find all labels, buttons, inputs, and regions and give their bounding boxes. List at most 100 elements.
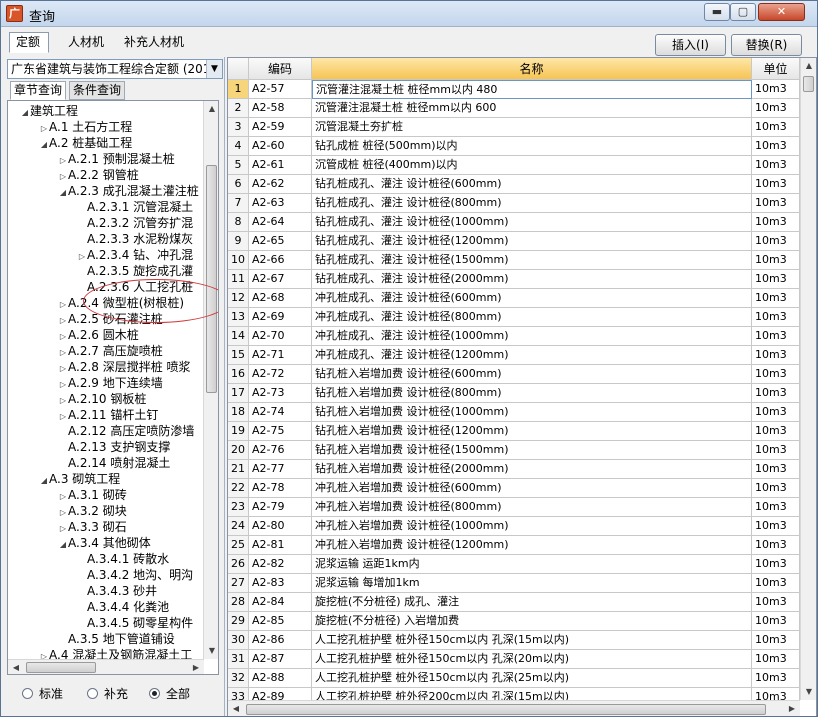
code-cell[interactable]: A2-81 — [249, 536, 312, 555]
code-cell[interactable]: A2-89 — [249, 688, 312, 700]
unit-cell[interactable]: 10m3 — [752, 118, 800, 137]
table-row[interactable]: 29 A2-85 旋挖桩(不分桩径) 入岩增加费 10m3 — [228, 612, 800, 631]
unit-cell[interactable]: 10m3 — [752, 498, 800, 517]
unit-cell[interactable]: 10m3 — [752, 194, 800, 213]
code-cell[interactable]: A2-65 — [249, 232, 312, 251]
unit-cell[interactable]: 10m3 — [752, 536, 800, 555]
name-cell[interactable]: 旋挖桩(不分桩径) 入岩增加费 — [312, 612, 752, 631]
name-cell[interactable]: 钻孔桩入岩增加费 设计桩径(1200mm) — [312, 422, 752, 441]
unit-cell[interactable]: 10m3 — [752, 688, 800, 700]
maximize-button[interactable]: ▢ — [730, 3, 756, 21]
unit-cell[interactable]: 10m3 — [752, 308, 800, 327]
title-bar[interactable]: 广 查询 ▬ ▢ ✕ — [1, 1, 817, 27]
table-row[interactable]: 4 A2-60 钻孔成桩 桩径(500mm)以内 10m3 — [228, 137, 800, 156]
tree-item[interactable]: A.3.4.4 化粪池 — [77, 599, 169, 615]
row-index-cell[interactable]: 32 — [228, 669, 249, 688]
code-cell[interactable]: A2-63 — [249, 194, 312, 213]
row-index-cell[interactable]: 25 — [228, 536, 249, 555]
name-cell[interactable]: 钻孔成桩 桩径(500mm)以内 — [312, 137, 752, 156]
table-row[interactable]: 22 A2-78 冲孔桩入岩增加费 设计桩径(600mm) 10m3 — [228, 479, 800, 498]
table-row[interactable]: 21 A2-77 钻孔桩入岩增加费 设计桩径(2000mm) 10m3 — [228, 460, 800, 479]
row-index-cell[interactable]: 33 — [228, 688, 249, 700]
tree-item[interactable]: A.2.3.2 沉管夯扩混 — [77, 215, 193, 231]
tree-item[interactable]: A.2.3.1 沉管混凝土 — [77, 199, 193, 215]
name-cell[interactable]: 钻孔桩成孔、灌注 设计桩径(1200mm) — [312, 232, 752, 251]
unit-cell[interactable]: 10m3 — [752, 403, 800, 422]
scroll-up-icon[interactable]: ▲ — [801, 58, 816, 74]
tree-item[interactable]: A.3.5 地下管道铺设 — [58, 631, 175, 647]
row-index-cell[interactable]: 1 — [228, 80, 249, 99]
name-cell[interactable]: 沉管混凝土夯扩桩 — [312, 118, 752, 137]
column-header-name[interactable]: 名称 — [312, 58, 752, 80]
row-index-cell[interactable]: 19 — [228, 422, 249, 441]
unit-cell[interactable]: 10m3 — [752, 479, 800, 498]
name-cell[interactable]: 冲孔桩成孔、灌注 设计桩径(800mm) — [312, 308, 752, 327]
tree-item[interactable]: A.2.12 高压定喷防渗墙 — [58, 423, 194, 439]
row-index-cell[interactable]: 21 — [228, 460, 249, 479]
unit-cell[interactable]: 10m3 — [752, 631, 800, 650]
row-index-cell[interactable]: 6 — [228, 175, 249, 194]
row-index-cell[interactable]: 30 — [228, 631, 249, 650]
code-cell[interactable]: A2-86 — [249, 631, 312, 650]
name-cell[interactable]: 钻孔桩成孔、灌注 设计桩径(2000mm) — [312, 270, 752, 289]
table-row[interactable]: 3 A2-59 沉管混凝土夯扩桩 10m3 — [228, 118, 800, 137]
row-index-cell[interactable]: 16 — [228, 365, 249, 384]
tree-item[interactable]: ▷ A.2.10 钢板桩 — [58, 391, 146, 407]
grid-horizontal-scrollbar[interactable]: ◀ ▶ — [228, 700, 800, 716]
code-cell[interactable]: A2-58 — [249, 99, 312, 118]
name-cell[interactable]: 旋挖桩(不分桩径) 成孔、灌注 — [312, 593, 752, 612]
code-cell[interactable]: A2-85 — [249, 612, 312, 631]
tree-item[interactable]: ▷ A.2.11 锚杆土钉 — [58, 407, 158, 423]
name-cell[interactable]: 沉管成桩 桩径(400mm)以内 — [312, 156, 752, 175]
scroll-right-icon[interactable]: ▶ — [188, 660, 204, 674]
table-row[interactable]: 32 A2-88 人工挖孔桩护壁 桩外径150cm以内 孔深(25m以内) 10m3 — [228, 669, 800, 688]
unit-cell[interactable]: 10m3 — [752, 422, 800, 441]
table-row[interactable]: 33 A2-89 人工挖孔桩护壁 桩外径200cm以内 孔深(15m以内) 10m3 — [228, 688, 800, 700]
code-cell[interactable]: A2-71 — [249, 346, 312, 365]
tree-item[interactable]: ◢ A.2 桩基础工程 — [39, 135, 132, 151]
row-index-cell[interactable]: 29 — [228, 612, 249, 631]
code-cell[interactable]: A2-67 — [249, 270, 312, 289]
scroll-down-icon[interactable]: ▼ — [204, 643, 218, 659]
row-index-cell[interactable]: 13 — [228, 308, 249, 327]
name-cell[interactable]: 人工挖孔桩护壁 桩外径150cm以内 孔深(15m以内) — [312, 631, 752, 650]
scroll-up-icon[interactable]: ▲ — [204, 101, 218, 117]
tree-scroll-thumb[interactable] — [206, 165, 217, 393]
name-cell[interactable]: 钻孔桩成孔、灌注 设计桩径(1000mm) — [312, 213, 752, 232]
radio-all-dot[interactable] — [149, 688, 160, 699]
table-row[interactable]: 17 A2-73 钻孔桩入岩增加费 设计桩径(800mm) 10m3 — [228, 384, 800, 403]
table-row[interactable]: 9 A2-65 钻孔桩成孔、灌注 设计桩径(1200mm) 10m3 — [228, 232, 800, 251]
table-row[interactable]: 7 A2-63 钻孔桩成孔、灌注 设计桩径(800mm) 10m3 — [228, 194, 800, 213]
unit-cell[interactable]: 10m3 — [752, 80, 800, 99]
radio-supplement[interactable]: 补充 — [87, 687, 128, 701]
code-cell[interactable]: A2-77 — [249, 460, 312, 479]
name-cell[interactable]: 沉管灌注混凝土桩 桩径mm以内 480 — [312, 80, 752, 99]
unit-cell[interactable]: 10m3 — [752, 232, 800, 251]
radio-standard[interactable]: 标准 — [22, 687, 63, 701]
code-cell[interactable]: A2-68 — [249, 289, 312, 308]
tree-item[interactable]: A.3.4.1 砖散水 — [77, 551, 169, 567]
radio-standard-dot[interactable] — [22, 688, 33, 699]
unit-cell[interactable]: 10m3 — [752, 156, 800, 175]
tree-item[interactable]: ◢ A.3 砌筑工程 — [39, 471, 120, 487]
expanded-arrow-icon[interactable]: ◢ — [58, 537, 68, 553]
scroll-left-icon[interactable]: ◀ — [228, 701, 244, 716]
table-row[interactable]: 26 A2-82 泥浆运输 运距1km内 10m3 — [228, 555, 800, 574]
row-index-cell[interactable]: 3 — [228, 118, 249, 137]
unit-cell[interactable]: 10m3 — [752, 517, 800, 536]
tree-item[interactable]: ▷ A.2.9 地下连续墙 — [58, 375, 163, 391]
expanded-arrow-icon[interactable]: ◢ — [39, 473, 49, 489]
code-cell[interactable]: A2-72 — [249, 365, 312, 384]
name-cell[interactable]: 冲孔桩成孔、灌注 设计桩径(600mm) — [312, 289, 752, 308]
name-cell[interactable]: 冲孔桩入岩增加费 设计桩径(1200mm) — [312, 536, 752, 555]
row-index-cell[interactable]: 2 — [228, 99, 249, 118]
table-row[interactable]: 20 A2-76 钻孔桩入岩增加费 设计桩径(1500mm) 10m3 — [228, 441, 800, 460]
table-row[interactable]: 13 A2-69 冲孔桩成孔、灌注 设计桩径(800mm) 10m3 — [228, 308, 800, 327]
table-row[interactable]: 18 A2-74 钻孔桩入岩增加费 设计桩径(1000mm) 10m3 — [228, 403, 800, 422]
code-cell[interactable]: A2-84 — [249, 593, 312, 612]
table-row[interactable]: 8 A2-64 钻孔桩成孔、灌注 设计桩径(1000mm) 10m3 — [228, 213, 800, 232]
row-index-cell[interactable]: 26 — [228, 555, 249, 574]
row-index-cell[interactable]: 17 — [228, 384, 249, 403]
row-index-cell[interactable]: 24 — [228, 517, 249, 536]
tree-item[interactable]: ▷ A.2.2 钢管桩 — [58, 167, 139, 183]
